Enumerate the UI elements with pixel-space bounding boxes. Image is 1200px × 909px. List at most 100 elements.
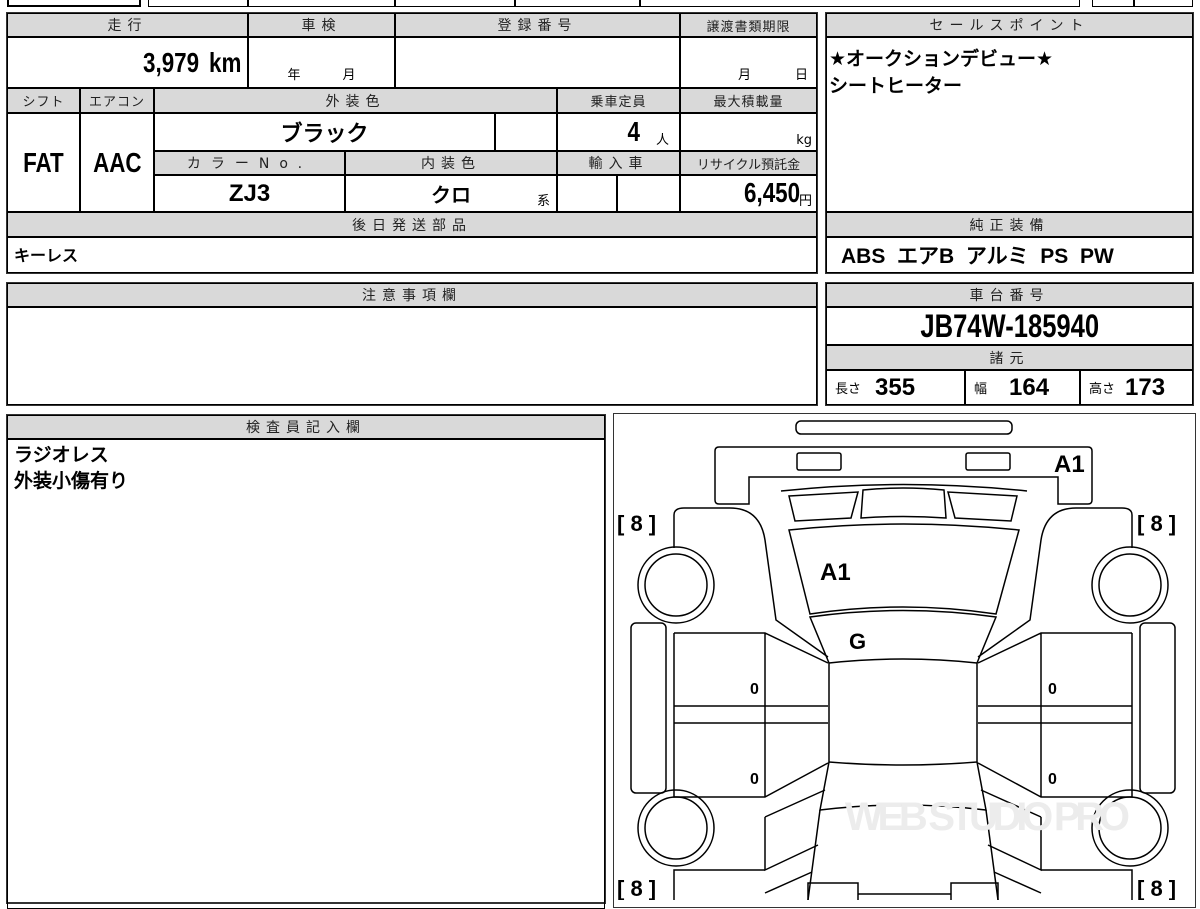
top-strip-cell <box>640 0 1080 7</box>
chassis-number: JB74W-185940 <box>920 307 1099 344</box>
top-strip-cell <box>1092 0 1134 7</box>
tire-rear-left-tread: [ 8 ] <box>617 876 656 900</box>
front-left-door-mark: 0 <box>750 681 759 698</box>
registration-cell <box>395 37 680 88</box>
import-cell-b <box>617 175 680 212</box>
sales-points-header: セールスポイント <box>826 13 1193 37</box>
inspector-line: 外装小傷有り <box>14 470 129 492</box>
standard-equipment-header: 純正装備 <box>826 212 1193 237</box>
shift-header: シフト <box>7 88 80 113</box>
front-right-wheel <box>1098 553 1162 617</box>
roof <box>828 663 978 766</box>
mileage-cell: 3,979 km <box>7 37 248 88</box>
standard-equipment-value: ABS エアB アルミ PS PW <box>841 245 1114 268</box>
tire-front-left-tread: [ 8 ] <box>617 511 656 536</box>
shift-cell: FAT <box>7 113 80 212</box>
import-cell-a <box>557 175 617 212</box>
rear-right-door-mark: 0 <box>1048 771 1057 788</box>
watermark: WEB STUDIO PRO <box>845 795 1130 839</box>
later-parts-cell: キーレス <box>7 237 817 273</box>
top-strip-cell <box>148 0 248 7</box>
top-strip-cell <box>1134 0 1193 7</box>
rear-left-fender <box>673 789 826 900</box>
mileage-header: 走行 <box>7 13 248 37</box>
recycle-fee-cell: 6,450 円 <box>680 175 817 212</box>
recycle-fee-value: 6,450 <box>743 177 800 208</box>
sales-point-line: シートヒーター <box>829 75 963 97</box>
color-no-value: ZJ3 <box>228 179 271 207</box>
vehicle-damage-diagram: A1 A1 G 0 0 0 0 [ 8 ] [ 8 ] [ 8 ] [ 8 ] … <box>617 420 1176 900</box>
inspector-line: ラジオレス <box>14 444 109 466</box>
grille <box>860 487 947 519</box>
tire-rear-right-tread: [ 8 ] <box>1137 876 1176 900</box>
notes-body <box>7 307 817 405</box>
exterior-color-cell: ブラック <box>154 113 495 151</box>
max-load-header: 最大積載量 <box>680 88 817 113</box>
mileage-value: 3,979 <box>143 46 200 78</box>
width-value: 164 <box>1009 373 1050 401</box>
top-strip-cell <box>248 0 395 7</box>
front-left-tire <box>637 546 715 624</box>
notes-header: 注意事項欄 <box>7 283 817 307</box>
recycle-fee-unit: 円 <box>798 194 812 209</box>
front-bumper-damage: A1 <box>1054 451 1085 478</box>
top-strip-cell <box>395 0 515 7</box>
height-label: 高さ <box>1089 382 1116 397</box>
capacity-value: 4 <box>627 116 641 147</box>
inspection-year: 年 <box>287 68 301 83</box>
inspector-body: ラジオレス 外装小傷有り <box>7 439 605 909</box>
later-parts-value: キーレス <box>14 245 79 265</box>
fog-light-left <box>796 452 842 471</box>
width-label: 幅 <box>974 382 988 397</box>
rear-left-tire <box>637 789 715 867</box>
windshield-damage: G <box>849 629 866 654</box>
transfer-deadline-cell: 月 日 <box>680 37 817 88</box>
rear-left-wheel <box>644 796 708 860</box>
right-side <box>977 507 1176 900</box>
inspection-month: 月 <box>342 68 356 83</box>
front-right-fender <box>977 507 1133 658</box>
aircon-cell: AAC <box>80 113 154 212</box>
interior-color-cell: クロ 系 <box>345 175 557 212</box>
front-bumper <box>714 446 1093 505</box>
rear-bumper <box>807 882 999 900</box>
deadline-month: 月 <box>737 68 751 83</box>
mileage-unit: km <box>208 46 241 78</box>
inspector-header: 検査員記入欄 <box>7 415 605 439</box>
height-value: 173 <box>1125 373 1166 401</box>
exterior-color-value: ブラック <box>280 121 369 146</box>
height-cell: 高さ 173 <box>1080 370 1193 405</box>
length-value: 355 <box>875 373 916 401</box>
capacity-header: 乗車定員 <box>557 88 680 113</box>
inspection-header: 車検 <box>248 13 395 37</box>
exterior-color-extra-cell <box>495 113 557 151</box>
fog-light-right <box>965 452 1011 471</box>
hood-damage: A1 <box>820 559 851 586</box>
sales-points-body: ★オークションデビュー★ シートヒーター <box>826 37 1193 212</box>
dimensions-header: 諸元 <box>826 345 1193 370</box>
tire-front-right-tread: [ 8 ] <box>1137 511 1176 536</box>
shift-value: FAT <box>23 146 64 178</box>
transfer-deadline-header: 譲渡書類期限 <box>680 13 817 37</box>
inspection-cell: 年 月 <box>248 37 395 88</box>
front-bumper-bar <box>795 420 1013 435</box>
interior-color-header: 内装色 <box>345 151 557 175</box>
color-no-header: カラーNo. <box>154 151 345 175</box>
max-load-unit: kg <box>796 133 812 148</box>
width-cell: 幅 164 <box>965 370 1080 405</box>
deadline-day: 日 <box>794 68 808 83</box>
chassis-cell: JB74W-185940 <box>826 307 1193 345</box>
capacity-cell: 4 人 <box>557 113 680 151</box>
exterior-color-header: 外装色 <box>154 88 557 113</box>
front-right-door-mark: 0 <box>1048 681 1057 698</box>
headlight-left <box>788 491 859 522</box>
front-left-wheel <box>644 553 708 617</box>
windshield <box>808 609 998 664</box>
later-parts-header: 後日発送部品 <box>7 212 817 237</box>
left-step <box>630 622 667 794</box>
length-cell: 長さ 355 <box>826 370 965 405</box>
right-step <box>1139 622 1176 794</box>
max-load-cell: kg <box>680 113 817 151</box>
aircon-value: AAC <box>92 146 142 178</box>
color-no-cell: ZJ3 <box>154 175 345 212</box>
